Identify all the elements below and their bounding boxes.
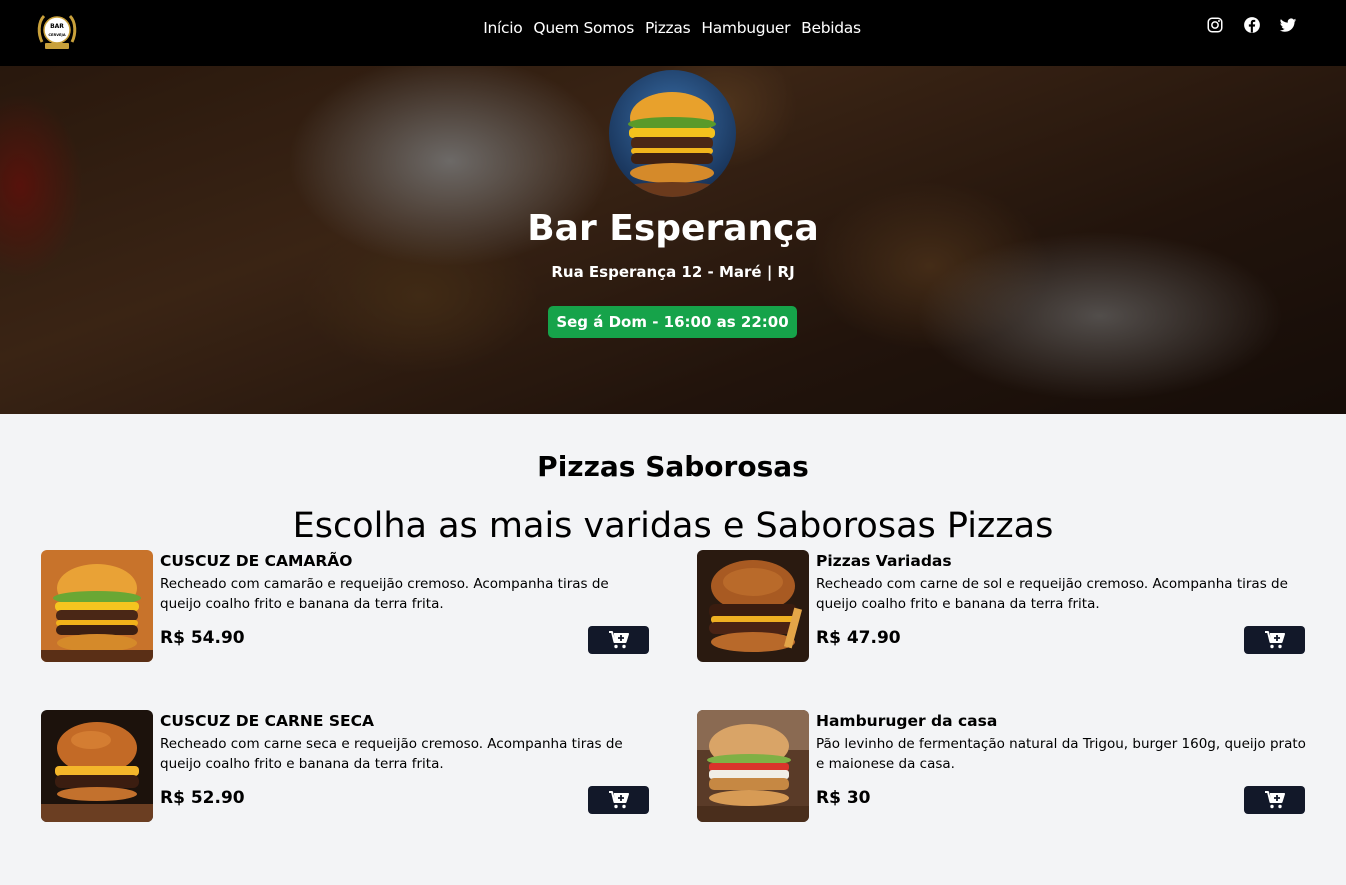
menu-section-subtitle: Escolha as mais varidas e Saborosas Pizz…: [292, 506, 1054, 546]
menu-item: Pizzas Variadas Recheado com carne de so…: [697, 550, 1305, 662]
menu-item-image: [697, 710, 809, 822]
menu-item-description: Recheado com carne de sol e requeijão cr…: [816, 576, 1288, 612]
menu-item-price: R$ 30: [816, 788, 871, 808]
menu-item-name: CUSCUZ DE CAMARÃO: [160, 552, 353, 570]
menu-item-image: [41, 550, 153, 662]
menu-item-price: R$ 54.90: [160, 628, 245, 648]
menu-item-image: [41, 710, 153, 822]
nav-quem-somos[interactable]: Quem Somos: [533, 19, 634, 37]
nav-pizzas[interactable]: Pizzas: [645, 19, 691, 37]
menu-item: CUSCUZ DE CAMARÃO Recheado com camarão e…: [41, 550, 649, 662]
cart-plus-icon: [608, 631, 629, 649]
cart-plus-icon: [1264, 791, 1285, 809]
menu-item-image: [697, 550, 809, 662]
add-to-cart-button[interactable]: [1244, 626, 1305, 654]
hero-burger-image: [609, 70, 736, 197]
menu-item: CUSCUZ DE CARNE SECA Recheado com carne …: [41, 710, 649, 822]
cart-plus-icon: [608, 791, 629, 809]
restaurant-address: Rua Esperança 12 - Maré | RJ: [551, 263, 795, 281]
menu-item-price: R$ 52.90: [160, 788, 245, 808]
menu-item-name: Pizzas Variadas: [816, 552, 952, 570]
facebook-icon[interactable]: [1243, 16, 1261, 34]
restaurant-title: Bar Esperança: [527, 208, 819, 249]
menu-item: Hamburuger da casa Pão levinho de fermen…: [697, 710, 1306, 822]
nav-hambuguer[interactable]: Hambuguer: [701, 19, 790, 37]
instagram-icon[interactable]: [1206, 16, 1224, 34]
nav-inicio[interactable]: Início: [483, 19, 523, 37]
nav-bebidas[interactable]: Bebidas: [801, 19, 861, 37]
opening-hours-badge: Seg á Dom - 16:00 as 22:00: [548, 306, 797, 338]
menu-item-price: R$ 47.90: [816, 628, 901, 648]
add-to-cart-button[interactable]: [588, 626, 649, 654]
menu-item-name: Hamburuger da casa: [816, 712, 998, 730]
twitter-icon[interactable]: [1279, 16, 1297, 34]
add-to-cart-button[interactable]: [588, 786, 649, 814]
top-navbar: BAR CERVEJA Início Quem Somos Pizzas Ham…: [0, 0, 1346, 66]
menu-section-title: Pizzas Saborosas: [537, 450, 809, 483]
menu-item-description: Recheado com carne seca e requeijão crem…: [160, 736, 623, 772]
menu-item-name: CUSCUZ DE CARNE SECA: [160, 712, 374, 730]
menu-item-description: Recheado com camarão e requeijão cremoso…: [160, 576, 609, 612]
main-nav: Início Quem Somos Pizzas Hambuguer Bebid…: [0, 19, 1346, 37]
cart-plus-icon: [1264, 631, 1285, 649]
add-to-cart-button[interactable]: [1244, 786, 1305, 814]
hero-banner: Bar Esperança Rua Esperança 12 - Maré | …: [0, 66, 1346, 414]
menu-item-description: Pão levinho de fermentação natural da Tr…: [816, 736, 1306, 772]
